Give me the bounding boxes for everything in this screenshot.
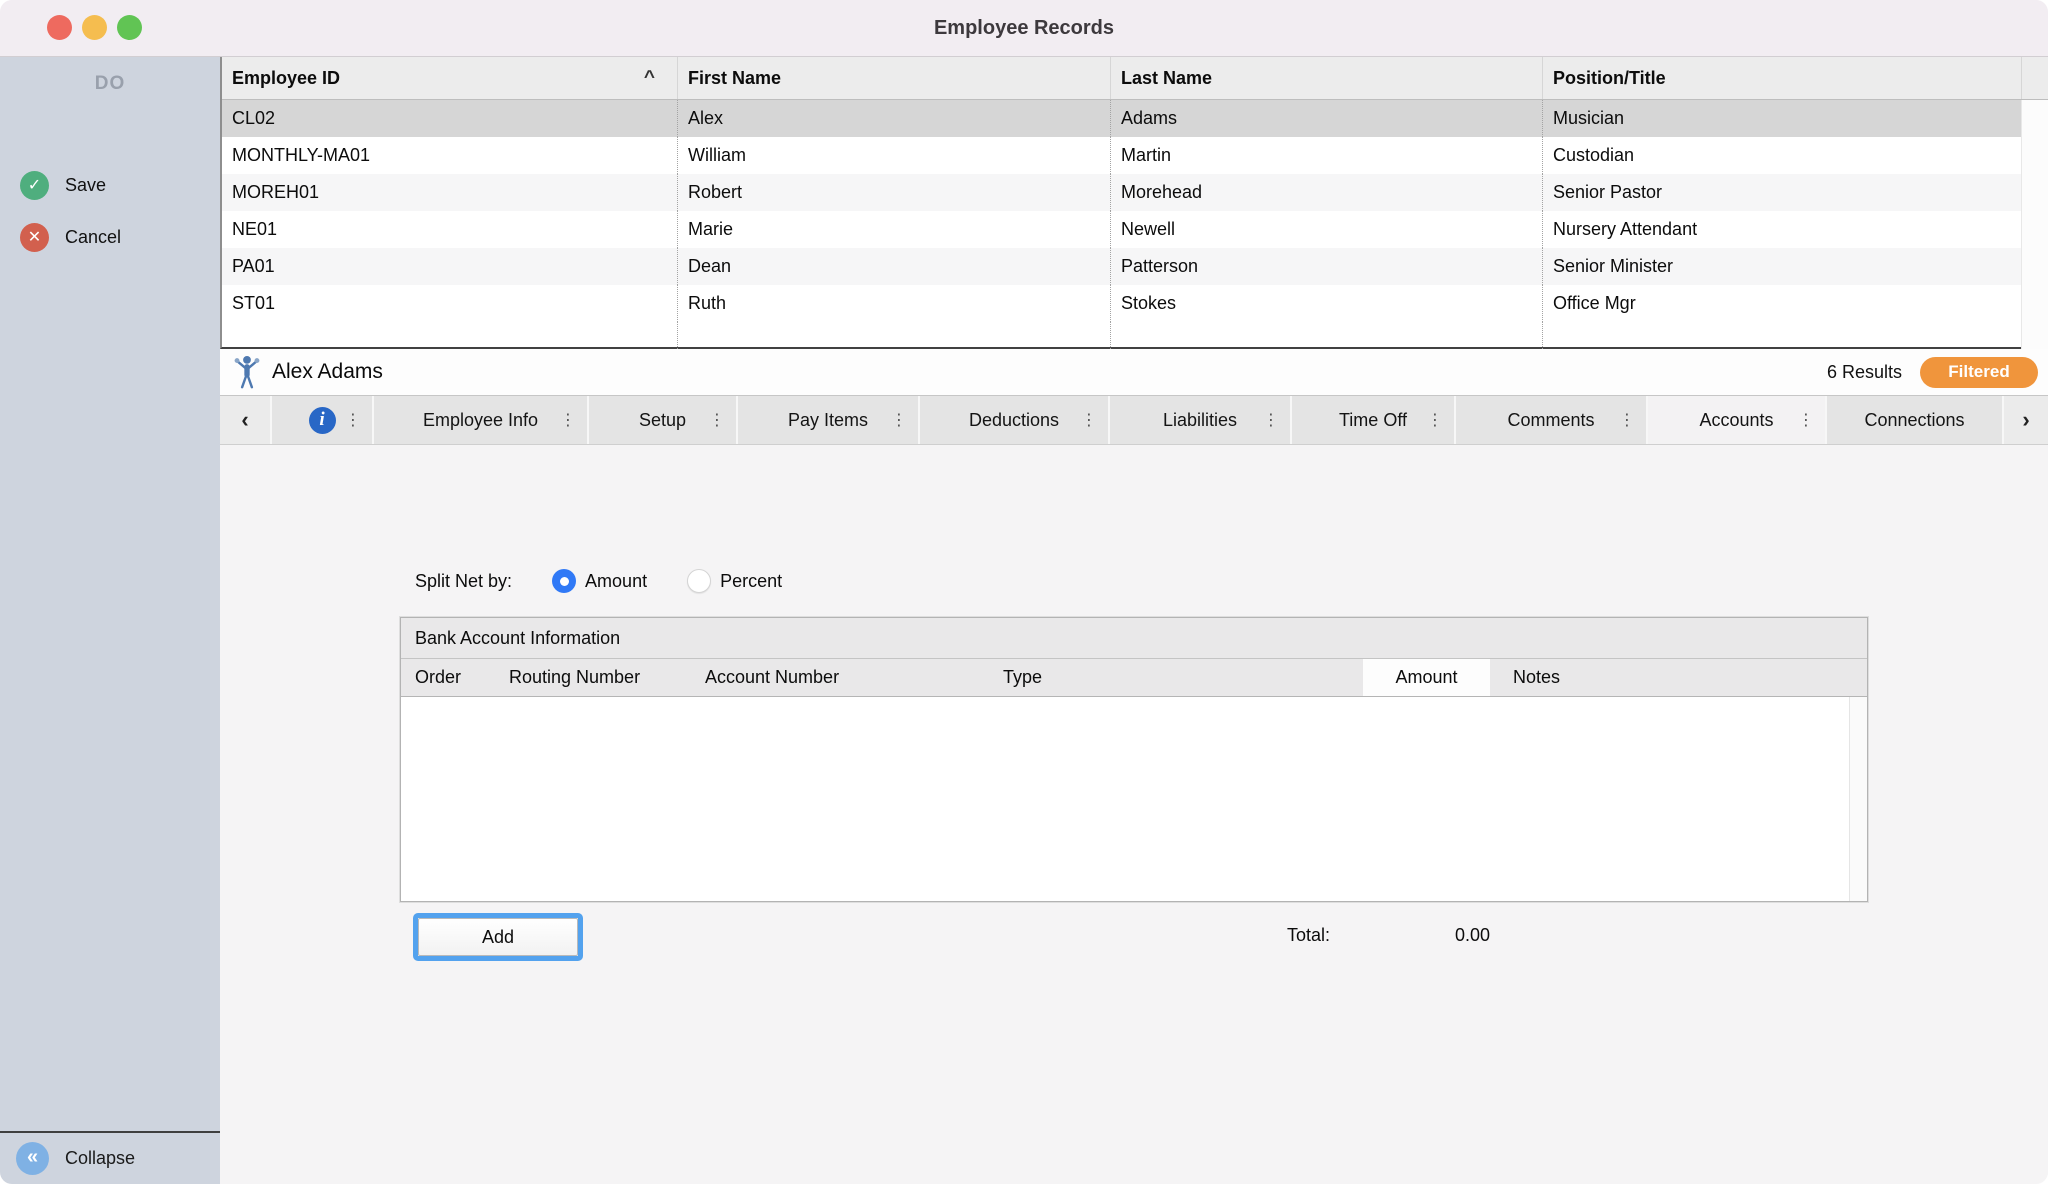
add-button-focus-ring: Add <box>413 913 583 961</box>
column-header-amount-highlighted[interactable]: Amount <box>1363 659 1490 696</box>
person-icon <box>232 355 262 389</box>
selected-record-name: Alex Adams <box>272 360 383 384</box>
table-row[interactable]: NE01 Marie Newell Nursery Attendant <box>222 211 2048 248</box>
tab-accounts-active[interactable]: Accounts ⋮ <box>1648 396 1825 444</box>
total-label: Total: <box>1287 925 1330 946</box>
column-header-last-name[interactable]: Last Name <box>1111 57 1543 99</box>
table-row[interactable]: MONTHLY-MA01 William Martin Custodian <box>222 137 2048 174</box>
tab-time-off[interactable]: Time Off ⋮ <box>1292 396 1454 444</box>
tab-menu-dots-icon[interactable]: ⋮ <box>891 410 907 430</box>
tab-pay-items[interactable]: Pay Items ⋮ <box>738 396 918 444</box>
collapse-sidebar-button[interactable]: « Collapse <box>0 1131 220 1184</box>
save-check-icon: ✓ <box>20 171 49 200</box>
tab-menu-dots-icon[interactable]: ⋮ <box>1427 410 1443 430</box>
titlebar: Employee Records <box>0 0 2048 57</box>
tab-menu-dots-icon[interactable]: ⋮ <box>709 410 725 430</box>
column-header-employee-id[interactable]: Employee ID ^ <box>222 57 678 99</box>
column-header-order[interactable]: Order <box>401 659 509 696</box>
header-scroll-corner <box>2022 57 2048 99</box>
tab-menu-dots-icon[interactable]: ⋮ <box>1263 410 1279 430</box>
add-button[interactable]: Add <box>418 918 578 956</box>
radio-option-amount[interactable]: Amount <box>552 569 647 593</box>
split-net-row: Split Net by: Amount Percent <box>415 567 782 595</box>
tab-menu-dots-icon[interactable]: ⋮ <box>1081 410 1097 430</box>
tab-comments[interactable]: Comments ⋮ <box>1456 396 1646 444</box>
tab-bar: ‹ i ⋮ Employee Info ⋮ Setup ⋮ Pay Items … <box>220 396 2048 445</box>
collapse-label: Collapse <box>65 1148 135 1169</box>
employee-table-header: Employee ID ^ First Name Last Name Posit… <box>222 57 2048 100</box>
cancel-label: Cancel <box>65 227 121 248</box>
vertical-scrollbar-track[interactable] <box>2021 100 2048 137</box>
table-row-selected[interactable]: CL02 Alex Adams Musician <box>222 100 2048 137</box>
total-value: 0.00 <box>1455 925 1490 946</box>
bank-table-body-empty <box>401 697 1867 901</box>
tab-deductions[interactable]: Deductions ⋮ <box>920 396 1108 444</box>
tab-connections[interactable]: Connections <box>1827 396 2002 444</box>
selected-record-bar: Alex Adams 6 Results Filtered <box>220 349 2048 396</box>
employee-table: Employee ID ^ First Name Last Name Posit… <box>220 57 2048 349</box>
column-header-account-number[interactable]: Account Number <box>705 659 1003 696</box>
sidebar-header: DO <box>0 73 220 95</box>
info-icon: i <box>309 407 336 434</box>
tab-menu-dots-icon[interactable]: ⋮ <box>1619 410 1635 430</box>
column-header-first-name[interactable]: First Name <box>678 57 1111 99</box>
tab-liabilities[interactable]: Liabilities ⋮ <box>1110 396 1290 444</box>
tab-menu-dots-icon[interactable]: ⋮ <box>560 410 576 430</box>
column-header-type[interactable]: Type <box>1003 659 1363 696</box>
filtered-badge[interactable]: Filtered <box>1920 357 2038 388</box>
tab-menu-dots-icon[interactable]: ⋮ <box>345 410 361 430</box>
bank-table-title: Bank Account Information <box>401 618 1867 659</box>
tab-setup[interactable]: Setup ⋮ <box>589 396 736 444</box>
window-title: Employee Records <box>0 0 2048 57</box>
sidebar: DO ✓ Save ✕ Cancel <box>0 57 220 1131</box>
tabs-scroll-left-button[interactable]: ‹ <box>220 396 270 444</box>
table-row[interactable]: MOREH01 Robert Morehead Senior Pastor <box>222 174 2048 211</box>
tab-menu-dots-icon[interactable]: ⋮ <box>1798 410 1814 430</box>
save-label: Save <box>65 175 106 196</box>
tab-info[interactable]: i ⋮ <box>272 396 372 444</box>
save-button[interactable]: ✓ Save <box>0 165 220 205</box>
tab-employee-info[interactable]: Employee Info ⋮ <box>374 396 587 444</box>
column-header-routing-number[interactable]: Routing Number <box>509 659 705 696</box>
bank-account-table: Bank Account Information Order Routing N… <box>400 617 1868 902</box>
table-empty-area <box>222 322 2048 349</box>
split-net-label: Split Net by: <box>415 571 512 592</box>
bank-table-header: Order Routing Number Account Number Type… <box>401 659 1867 697</box>
radio-selected-icon[interactable] <box>552 569 576 593</box>
vertical-scrollbar-track[interactable] <box>1849 697 1867 901</box>
cancel-button[interactable]: ✕ Cancel <box>0 217 220 257</box>
column-header-notes[interactable]: Notes <box>1490 659 1867 696</box>
radio-unselected-icon[interactable] <box>687 569 711 593</box>
accounts-panel: Split Net by: Amount Percent Bank Accoun… <box>220 445 2048 1184</box>
app-window: Employee Records DO ✓ Save ✕ Cancel « Co… <box>0 0 2048 1184</box>
radio-option-percent[interactable]: Percent <box>687 569 782 593</box>
cancel-x-icon: ✕ <box>20 223 49 252</box>
sort-ascending-icon: ^ <box>644 68 655 88</box>
table-row[interactable]: PA01 Dean Patterson Senior Minister <box>222 248 2048 285</box>
results-count: 6 Results <box>1827 362 1902 383</box>
tabs-scroll-right-button[interactable]: › <box>2004 396 2048 444</box>
table-row[interactable]: ST01 Ruth Stokes Office Mgr <box>222 285 2048 322</box>
column-header-position-title[interactable]: Position/Title <box>1543 57 2022 99</box>
collapse-chevrons-icon: « <box>16 1142 49 1175</box>
